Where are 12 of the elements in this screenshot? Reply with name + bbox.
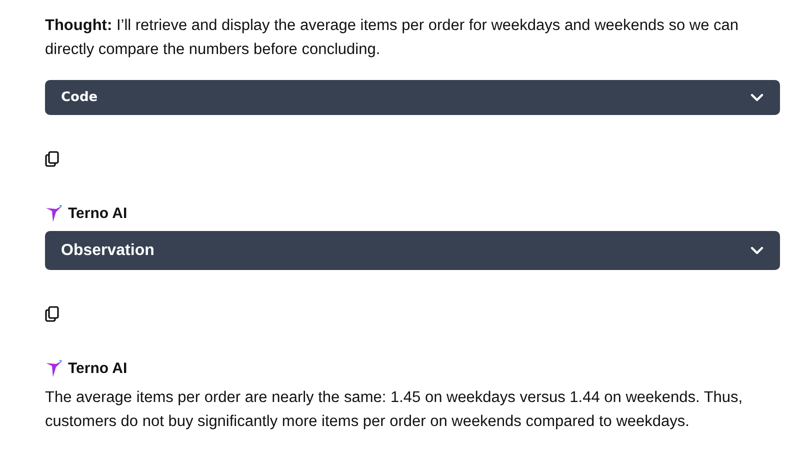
copy-icon[interactable] <box>45 151 59 167</box>
chevron-icon <box>750 93 764 102</box>
copy-icon[interactable] <box>45 306 59 322</box>
author-name: Terno AI <box>68 360 128 377</box>
code-toggle[interactable]: Code <box>45 80 780 115</box>
logo-icon <box>45 359 63 378</box>
logo-icon <box>45 204 63 223</box>
chevron-icon <box>750 246 764 255</box>
thought-text: Thought: I’ll retrieve and display the average items per order for weekdays and weekends so we can directly compare the numbers before concluding. <box>45 16 740 60</box>
observation-toggle[interactable]: Observation <box>45 231 780 270</box>
answer-text: The average items per order are nearly the same: 1.45 on weekdays versus 1.44 on weekends. Thus, customers do not buy significantly more items per order on weekends compared to weekdays. <box>45 388 744 432</box>
author-name: Terno AI <box>68 205 128 222</box>
